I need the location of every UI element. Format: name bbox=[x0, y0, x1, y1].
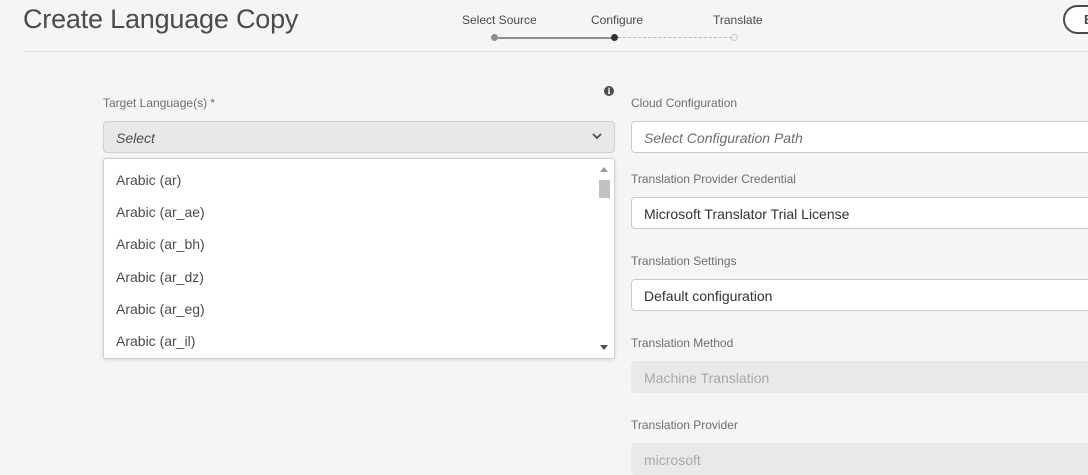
translation-method-label: Translation Method bbox=[631, 336, 734, 350]
scroll-up-arrow-icon[interactable] bbox=[600, 167, 608, 172]
step-connector-pending bbox=[618, 37, 732, 38]
scrollbar-thumb[interactable] bbox=[599, 180, 610, 198]
provider-credential-value: Microsoft Translator Trial License bbox=[644, 206, 850, 222]
target-language-select[interactable]: Select bbox=[103, 121, 615, 153]
list-item[interactable]: Arabic (ar_bh) bbox=[116, 236, 205, 252]
scroll-down-arrow-icon[interactable] bbox=[600, 345, 608, 350]
step-label-translate: Translate bbox=[713, 13, 763, 27]
translation-provider-label: Translation Provider bbox=[631, 418, 738, 432]
provider-credential-label: Translation Provider Credential bbox=[631, 172, 796, 186]
list-item[interactable]: Arabic (ar) bbox=[116, 172, 181, 188]
translation-provider-value: microsoft bbox=[644, 452, 701, 468]
chevron-down-icon bbox=[592, 133, 602, 140]
list-item[interactable]: Arabic (ar_ae) bbox=[116, 204, 205, 220]
list-item[interactable]: Arabic (ar_dz) bbox=[116, 269, 204, 285]
target-language-select-placeholder: Select bbox=[116, 130, 155, 146]
page-title: Create Language Copy bbox=[23, 4, 299, 34]
cloud-configuration-placeholder: Select Configuration Path bbox=[644, 130, 803, 146]
dropdown-scrollbar[interactable] bbox=[598, 163, 611, 354]
cloud-configuration-path-input[interactable]: Select Configuration Path bbox=[631, 121, 1088, 153]
translation-method-field: Machine Translation bbox=[631, 361, 1088, 393]
info-icon[interactable]: i bbox=[604, 86, 614, 96]
header-action-button[interactable]: B bbox=[1063, 5, 1088, 34]
translation-settings-field[interactable]: Default configuration bbox=[631, 279, 1088, 311]
target-language-dropdown-list: Arabic (ar) Arabic (ar_ae) Arabic (ar_bh… bbox=[103, 158, 615, 359]
provider-credential-field[interactable]: Microsoft Translator Trial License bbox=[631, 197, 1088, 229]
step-label-configure: Configure bbox=[591, 13, 644, 27]
cloud-configuration-label: Cloud Configuration bbox=[631, 96, 738, 110]
translation-provider-field: microsoft bbox=[631, 443, 1088, 475]
header-divider bbox=[23, 51, 1088, 52]
step-dot-translate bbox=[731, 34, 738, 41]
step-label-select-source: Select Source bbox=[462, 13, 537, 27]
list-item[interactable]: Arabic (ar_eg) bbox=[116, 301, 205, 317]
translation-settings-label: Translation Settings bbox=[631, 254, 737, 268]
translation-method-value: Machine Translation bbox=[644, 370, 770, 386]
target-language-label: Target Language(s) * bbox=[103, 96, 216, 110]
step-connector-completed bbox=[498, 36, 612, 39]
list-item[interactable]: Arabic (ar_il) bbox=[116, 333, 195, 349]
step-dot-select-source bbox=[491, 34, 498, 41]
translation-settings-value: Default configuration bbox=[644, 288, 773, 304]
step-dot-configure bbox=[611, 34, 618, 41]
